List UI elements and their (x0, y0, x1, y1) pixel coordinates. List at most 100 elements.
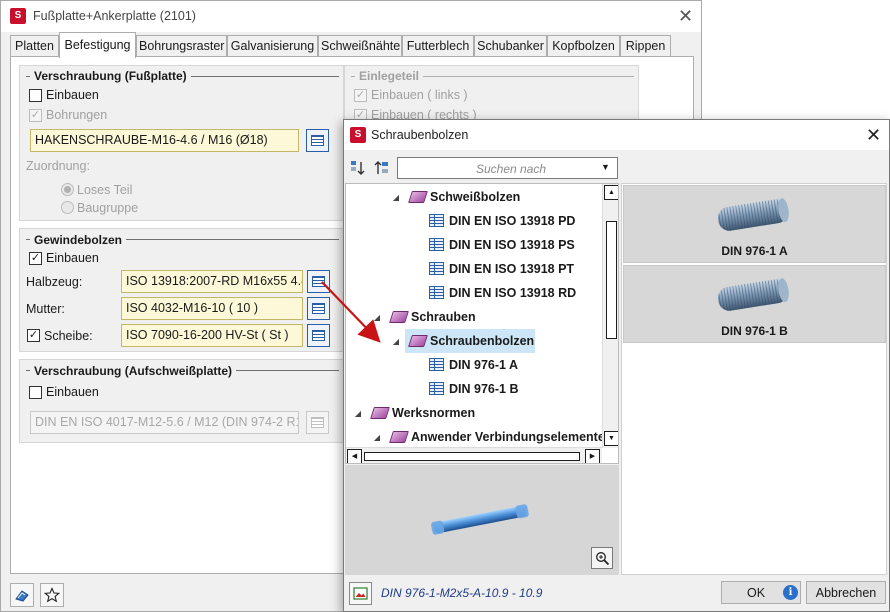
tree-item-13918-pt[interactable]: DIN EN ISO 13918 PT (346, 257, 602, 281)
tree-item-13918-pd[interactable]: DIN EN ISO 13918 PD (346, 209, 602, 233)
group-title: Verschraubung (Aufschweißplatte) (30, 364, 237, 378)
expander-icon[interactable]: ◢ (390, 337, 402, 346)
group-verschraubung-fussplatte: Verschraubung (Fußplatte) Einbauen ✓ Boh… (19, 65, 344, 221)
scroll-thumb[interactable] (364, 452, 580, 461)
group-title: Einlegeteil (355, 69, 424, 83)
tab-schweissnaehte[interactable]: Schweißnähte (318, 35, 402, 57)
loses-teil-radio[interactable] (61, 183, 74, 196)
halbzeug-field[interactable]: ISO 13918:2007-RD M16x55 4.8 (121, 270, 303, 293)
einbauen-fuss-checkbox[interactable] (29, 89, 42, 102)
table-icon (429, 286, 444, 299)
child-title-bar: S Schraubenbolzen ✕ (344, 120, 889, 150)
tab-platten[interactable]: Platten (10, 35, 59, 57)
scheibe-picker-button[interactable] (307, 324, 330, 347)
result-tile-din-976-1-a[interactable]: DIN 976-1 A (623, 185, 886, 263)
tree-item-13918-rd[interactable]: DIN EN ISO 13918 RD (346, 281, 602, 305)
zoom-in-icon (595, 551, 609, 565)
tree-label: DIN EN ISO 13918 PD (449, 214, 576, 228)
close-icon[interactable]: ✕ (866, 126, 881, 144)
threaded-rod-image (717, 198, 789, 231)
group-title: Verschraubung (Fußplatte) (30, 69, 191, 83)
expand-all-button[interactable] (348, 158, 368, 178)
einbauen-fuss-label: Einbauen (46, 88, 99, 102)
scheibe-label: Scheibe: (44, 329, 93, 343)
ok-button[interactable]: OK i (721, 581, 801, 604)
einbauen-links-label: Einbauen ( links ) (371, 88, 468, 102)
sort-expand-icon (351, 161, 365, 175)
tree-label: Schweißbolzen (430, 190, 521, 204)
einbauen-gewinde-checkbox[interactable]: ✓ (29, 252, 42, 265)
ok-button-label: OK (746, 585, 766, 600)
bohrungen-checkbox[interactable]: ✓ (29, 109, 42, 122)
scheibe-checkbox[interactable]: ✓ (27, 329, 40, 342)
search-combobox[interactable]: Suchen nach ▼ (397, 157, 618, 179)
tab-schubanker[interactable]: Schubanker (474, 35, 547, 57)
mutter-picker-button[interactable] (307, 297, 330, 320)
baugruppe-radio[interactable] (61, 201, 74, 214)
scroll-right-icon[interactable]: ▶ (585, 449, 600, 463)
tree-horizontal-scrollbar[interactable]: ◀ ▶ (346, 447, 602, 463)
expander-icon[interactable]: ◢ (371, 313, 383, 322)
halbzeug-label: Halbzeug: (26, 275, 83, 289)
einbauen-aufschweiss-checkbox[interactable] (29, 386, 42, 399)
tree-item-anwender[interactable]: ◢ Anwender Verbindungselemente (346, 425, 605, 449)
favorites-button[interactable] (40, 583, 64, 607)
tree-label: Schrauben (411, 310, 476, 324)
tree-item-din-976-1-a[interactable]: DIN 976-1 A (346, 353, 602, 377)
table-icon (429, 358, 444, 371)
table-icon (429, 262, 444, 275)
schraube-fuss-picker-button[interactable] (306, 129, 329, 152)
results-panel: DIN 976-1 A DIN 976-1 B (621, 183, 887, 575)
preview-pane (345, 465, 619, 575)
scroll-down-icon[interactable]: ▼ (604, 431, 618, 446)
search-input[interactable]: Suchen nach (476, 162, 546, 176)
zoom-button[interactable] (591, 547, 613, 569)
tree-item-13918-ps[interactable]: DIN EN ISO 13918 PS (346, 233, 602, 257)
expander-icon[interactable]: ◢ (371, 433, 383, 442)
schraube-aufschweiss-picker-button[interactable] (306, 411, 329, 434)
tab-kopfbolzen[interactable]: Kopfbolzen (547, 35, 620, 57)
tree-label: DIN EN ISO 13918 PS (449, 238, 575, 252)
expander-icon[interactable]: ◢ (390, 193, 402, 202)
group-title: Gewindebolzen (30, 233, 127, 247)
tree-item-schraubenbolzen[interactable]: ◢ Schraubenbolzen (346, 329, 602, 353)
close-icon[interactable]: ✕ (678, 7, 693, 25)
result-tile-din-976-1-b[interactable]: DIN 976-1 B (623, 265, 886, 343)
tab-befestigung[interactable]: Befestigung (59, 32, 136, 58)
chevron-down-icon[interactable]: ▼ (601, 162, 610, 172)
tab-bohrungsraster[interactable]: Bohrungsraster (136, 35, 227, 57)
image-preview-toggle-button[interactable] (349, 582, 372, 605)
app-logo-icon: S (10, 8, 26, 24)
cancel-button[interactable]: Abbrechen (806, 581, 886, 604)
tree-item-schrauben[interactable]: ◢ Schrauben (346, 305, 602, 329)
catalog-book-icon (370, 407, 390, 419)
scroll-thumb[interactable] (606, 221, 617, 339)
schraube-aufschweiss-field[interactable]: DIN EN ISO 4017-M12-5.6 / M12 (DIN 974-2… (30, 411, 299, 434)
tree-item-schweissbolzen[interactable]: ◢ Schweißbolzen (346, 185, 602, 209)
collapse-all-button[interactable] (372, 158, 392, 178)
table-icon (429, 214, 444, 227)
einbauen-gewinde-label: Einbauen (46, 251, 99, 265)
tree-item-din-976-1-b[interactable]: DIN 976-1 B (346, 377, 602, 401)
mutter-field[interactable]: ISO 4032-M16-10 ( 10 ) (121, 297, 303, 320)
catalog-book-icon (408, 191, 428, 203)
halbzeug-picker-button[interactable] (307, 270, 330, 293)
scheibe-field[interactable]: ISO 7090-16-200 HV-St ( St ) (121, 324, 303, 347)
baugruppe-label: Baugruppe (77, 201, 139, 215)
table-icon (312, 330, 325, 341)
expander-icon[interactable]: ◢ (352, 409, 364, 418)
table-icon (311, 417, 324, 428)
table-icon (429, 382, 444, 395)
schraube-fuss-field[interactable]: HAKENSCHRAUBE-M16-4.6 / M16 (Ø18) (30, 129, 299, 152)
scroll-left-icon[interactable]: ◀ (347, 449, 362, 463)
scroll-up-icon[interactable]: ▲ (604, 185, 618, 200)
tab-futterblech[interactable]: Futterblech (402, 35, 474, 57)
einbauen-links-checkbox[interactable]: ✓ (354, 89, 367, 102)
tree-vertical-scrollbar[interactable]: ▲ ▼ (602, 184, 618, 448)
hicad-tools-button[interactable] (10, 583, 34, 607)
catalog-tree[interactable]: ◢ Schweißbolzen DIN EN ISO 13918 PD DIN … (345, 183, 619, 464)
tab-rippen[interactable]: Rippen (620, 35, 671, 57)
tree-item-werksnormen[interactable]: ◢ Werksnormen (346, 401, 602, 425)
tab-galvanisierung[interactable]: Galvanisierung (227, 35, 318, 57)
image-icon (353, 587, 368, 600)
